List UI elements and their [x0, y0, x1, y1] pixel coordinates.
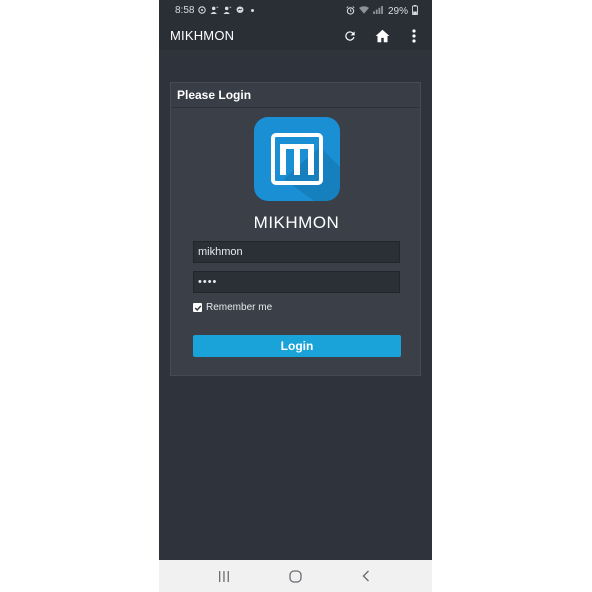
- brand-name: MIKHMON: [253, 213, 340, 232]
- login-button[interactable]: Login: [193, 335, 401, 357]
- remember-me[interactable]: Remember me: [193, 302, 272, 313]
- whatsapp-icon: [198, 5, 207, 16]
- app-bar: MIKHMON: [159, 22, 432, 50]
- notification-dot-icon: [251, 9, 255, 12]
- home-icon[interactable]: [372, 26, 392, 46]
- messenger-icon: [236, 5, 244, 16]
- login-card: Please Login MIKHMON Remember me Login: [170, 82, 421, 376]
- alarm-icon: [346, 5, 355, 17]
- mikhmon-logo: [254, 117, 340, 201]
- wifi-icon: [358, 6, 369, 16]
- home-button-icon[interactable]: [288, 569, 302, 583]
- battery-percentage: 29%: [387, 5, 408, 17]
- remember-label: Remember me: [206, 302, 273, 313]
- logo-mark-icon: [271, 133, 323, 185]
- app-title: MIKHMON: [170, 28, 235, 43]
- password-input[interactable]: [193, 271, 400, 293]
- nav-bar: [159, 560, 432, 592]
- status-bar: 8:58 29%: [159, 0, 432, 22]
- remember-checkbox[interactable]: [193, 303, 202, 312]
- card-header: Please Login: [171, 83, 420, 108]
- username-input[interactable]: [193, 241, 400, 263]
- person-icon: [210, 6, 219, 16]
- more-vert-icon[interactable]: [404, 26, 424, 46]
- refresh-icon[interactable]: [340, 26, 360, 46]
- back-icon[interactable]: [359, 569, 373, 583]
- signal-icon: [373, 6, 384, 16]
- recents-icon[interactable]: [217, 569, 231, 583]
- battery-icon: [412, 5, 418, 17]
- person-icon: [223, 6, 232, 16]
- status-time: 8:58: [175, 5, 195, 16]
- phone-screen: 8:58 29% MIKHMON Please Login MIKHMON mi…: [159, 0, 432, 592]
- card-title: Please Login: [177, 88, 252, 102]
